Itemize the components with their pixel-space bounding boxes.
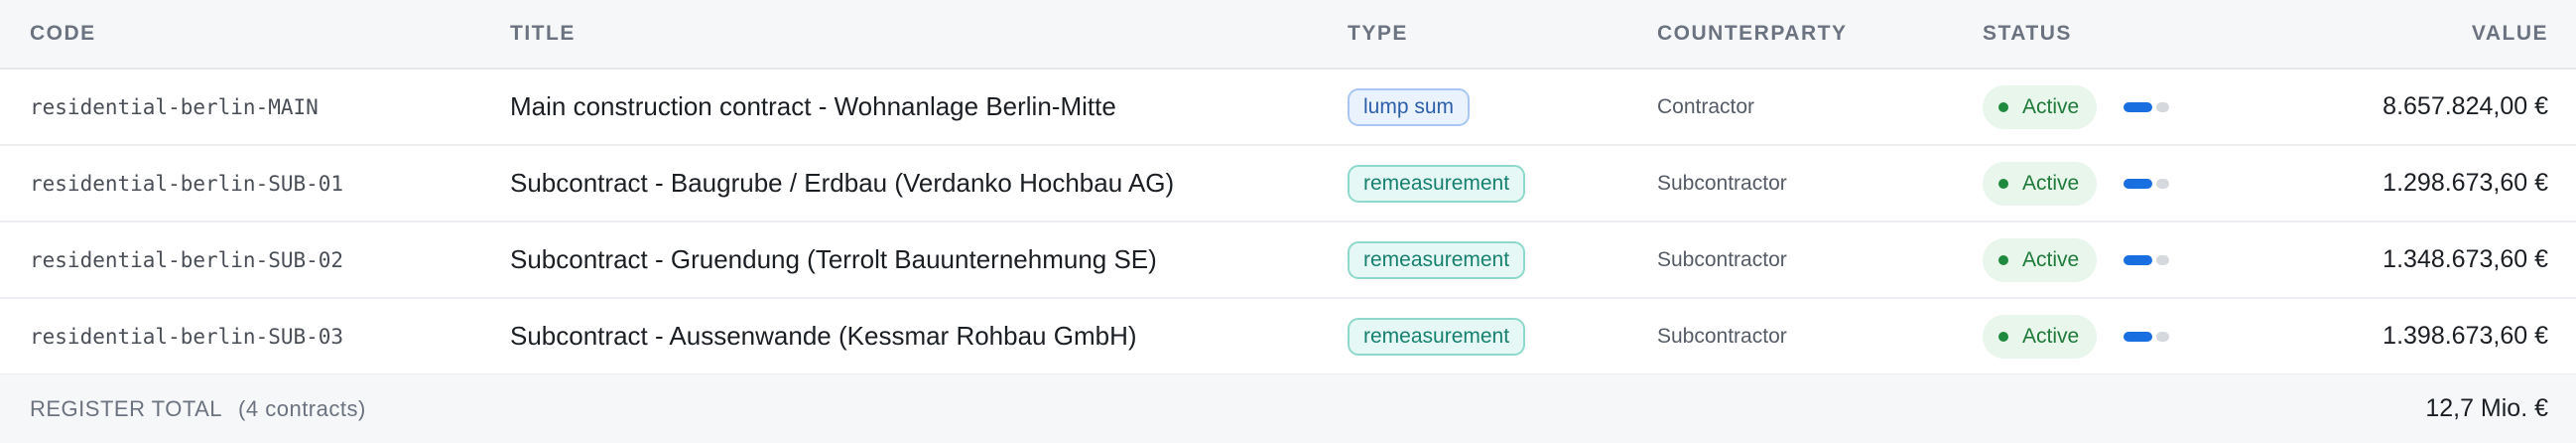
counterparty: Subcontractor xyxy=(1657,247,1787,271)
progress-indicator xyxy=(2124,101,2169,112)
status-cell: Active xyxy=(1983,222,2098,297)
progress-filled-segment xyxy=(2124,254,2152,265)
progress-filled-segment xyxy=(2124,178,2152,189)
contract-type-chip: remeasurement xyxy=(1348,317,1526,356)
contract-type-cell: remeasurement xyxy=(1348,299,1526,373)
table-row[interactable]: residential-berlin-SUB-01 Subcontract - … xyxy=(0,146,2576,222)
counterparty: Contractor xyxy=(1657,94,1755,118)
contract-code: residential-berlin-MAIN xyxy=(30,94,319,119)
status-badge: Active xyxy=(1983,237,2098,282)
contract-code: residential-berlin-SUB-03 xyxy=(30,324,344,349)
contracts-register-table: CODE TITLE TYPE COUNTERPARTY STATUS VALU… xyxy=(0,0,2576,443)
status-cell: Active xyxy=(1983,146,2098,221)
contract-type-chip: remeasurement xyxy=(1348,164,1526,203)
contract-count: (4 contracts) xyxy=(238,395,366,421)
contract-type-cell: remeasurement xyxy=(1348,146,1526,221)
register-total-label: REGISTER TOTAL xyxy=(30,395,223,421)
column-header-counterparty[interactable]: COUNTERPARTY xyxy=(1657,0,1847,68)
status-dot-icon xyxy=(1998,178,2008,189)
progress-indicator xyxy=(2124,331,2169,342)
register-total-footer: REGISTER TOTAL (4 contracts) 12,7 Mio. € xyxy=(0,374,2576,443)
register-total-value: 12,7 Mio. € xyxy=(2425,394,2548,422)
progress-cell xyxy=(2124,222,2169,297)
contract-type-cell: remeasurement xyxy=(1348,222,1526,297)
column-header-type[interactable]: TYPE xyxy=(1348,0,1408,68)
status-cell: Active xyxy=(1983,70,2098,144)
contract-value: 1.348.673,60 € xyxy=(2383,245,2548,273)
progress-empty-segment xyxy=(2156,101,2169,112)
progress-cell xyxy=(2124,146,2169,221)
status-label: Active xyxy=(2022,94,2080,118)
contract-value: 1.298.673,60 € xyxy=(2383,169,2548,197)
table-header: CODE TITLE TYPE COUNTERPARTY STATUS VALU… xyxy=(0,0,2576,70)
progress-indicator xyxy=(2124,178,2169,189)
table-row[interactable]: residential-berlin-MAIN Main constructio… xyxy=(0,70,2576,146)
status-label: Active xyxy=(2022,324,2080,348)
counterparty: Subcontractor xyxy=(1657,171,1787,195)
contract-type-chip: remeasurement xyxy=(1348,240,1526,279)
contract-value: 8.657.824,00 € xyxy=(2383,92,2548,120)
status-dot-icon xyxy=(1998,254,2008,265)
contract-code: residential-berlin-SUB-01 xyxy=(30,171,344,196)
contract-value: 1.398.673,60 € xyxy=(2383,322,2548,350)
status-dot-icon xyxy=(1998,331,2008,342)
contract-type-chip: lump sum xyxy=(1348,87,1471,126)
status-dot-icon xyxy=(1998,101,2008,112)
contract-code: residential-berlin-SUB-02 xyxy=(30,247,344,272)
progress-empty-segment xyxy=(2156,254,2169,265)
column-header-value[interactable]: VALUE xyxy=(2472,0,2548,68)
contract-type-cell: lump sum xyxy=(1348,70,1471,144)
counterparty: Subcontractor xyxy=(1657,324,1787,348)
progress-cell xyxy=(2124,299,2169,373)
progress-filled-segment xyxy=(2124,331,2152,342)
status-label: Active xyxy=(2022,171,2080,195)
status-badge: Active xyxy=(1983,314,2098,359)
contract-title: Subcontract - Aussenwande (Kessmar Rohba… xyxy=(510,321,1137,351)
progress-filled-segment xyxy=(2124,101,2152,112)
register-total-label-group: REGISTER TOTAL (4 contracts) xyxy=(30,374,366,443)
status-label: Active xyxy=(2022,247,2080,271)
progress-cell xyxy=(2124,70,2169,144)
status-badge: Active xyxy=(1983,84,2098,129)
contract-title: Subcontract - Baugrube / Erdbau (Verdank… xyxy=(510,168,1175,198)
contract-title: Subcontract - Gruendung (Terrolt Bauunte… xyxy=(510,244,1157,274)
progress-empty-segment xyxy=(2156,331,2169,342)
status-cell: Active xyxy=(1983,299,2098,373)
column-header-title[interactable]: TITLE xyxy=(510,0,576,68)
table-row[interactable]: residential-berlin-SUB-02 Subcontract - … xyxy=(0,222,2576,299)
table-row[interactable]: residential-berlin-SUB-03 Subcontract - … xyxy=(0,299,2576,375)
column-header-status[interactable]: STATUS xyxy=(1983,0,2072,68)
column-header-code[interactable]: CODE xyxy=(30,0,96,68)
progress-empty-segment xyxy=(2156,178,2169,189)
progress-indicator xyxy=(2124,254,2169,265)
contract-title: Main construction contract - Wohnanlage … xyxy=(510,91,1116,121)
status-badge: Active xyxy=(1983,161,2098,206)
